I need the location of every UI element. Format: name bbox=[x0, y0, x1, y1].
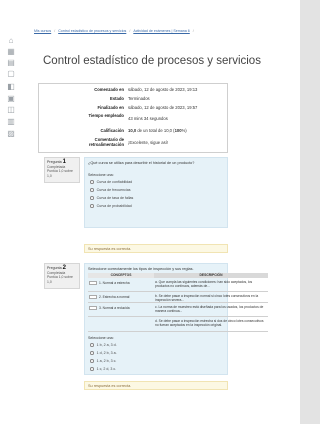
radio-icon[interactable] bbox=[90, 180, 94, 184]
match-select[interactable] bbox=[89, 280, 97, 285]
question-points: Puntúa 1,0 sobre 1,0 bbox=[47, 275, 73, 284]
feedback-correct: Su respuesta es correcta. bbox=[84, 244, 228, 253]
answer-option[interactable]: 1 d, 2 b, 3 a. bbox=[90, 351, 117, 355]
column-header-description: DESCRIPCIÓN bbox=[154, 273, 268, 278]
answer-option[interactable]: 1 b, 2 a, 3 d. bbox=[90, 343, 117, 347]
home-icon[interactable]: ⌂ bbox=[6, 36, 16, 46]
description-cell: d. Se debe pasar a inspección estrecha s… bbox=[154, 318, 268, 332]
attempt-summary-table: Comenzado en sábado, 12 de agosto de 202… bbox=[38, 83, 228, 153]
answer-option[interactable]: 1 c, 2 d, 3 c. bbox=[90, 367, 116, 371]
answer-option[interactable]: 1 a, 2 b, 3 c. bbox=[90, 359, 116, 363]
summary-label: Comentario de retroalimentación bbox=[88, 137, 124, 147]
radio-icon[interactable] bbox=[90, 351, 94, 355]
radio-icon[interactable] bbox=[90, 343, 94, 347]
grade-percent: 100 bbox=[174, 128, 182, 133]
participants-icon[interactable]: ◫ bbox=[6, 105, 16, 115]
competencies-icon[interactable]: ▨ bbox=[6, 129, 16, 139]
question-points: Puntúa 1,0 sobre 1,0 bbox=[47, 169, 73, 178]
breadcrumb-separator-icon: / bbox=[54, 29, 56, 33]
grade-percent-close: %) bbox=[181, 128, 187, 133]
concept-cell: 2. Estrecha a normal bbox=[88, 293, 154, 303]
breadcrumb: Mis cursos / Control estadístico de proces… bbox=[34, 29, 197, 33]
grade-value: 10,0 bbox=[128, 128, 137, 133]
summary-label: Finalizado en bbox=[97, 105, 124, 110]
question-content: ¿Qué curva se utiliza para describir el … bbox=[84, 157, 228, 228]
question-text: Seleccione correctamente los tipos de in… bbox=[88, 267, 194, 271]
breadcrumb-separator-icon: / bbox=[192, 29, 194, 33]
grade-total: de un total de 10,0 ( bbox=[136, 128, 175, 133]
course-icon[interactable]: ◧ bbox=[6, 82, 16, 92]
radio-icon[interactable] bbox=[90, 196, 94, 200]
breadcrumb-separator-icon: / bbox=[129, 29, 131, 33]
concept-cell bbox=[88, 318, 154, 332]
question-1: Pregunta 1 Completada Puntúa 1,0 sobre 1… bbox=[44, 157, 228, 257]
summary-label: Estado bbox=[110, 96, 124, 101]
column-header-concepts: CONCEPTOS bbox=[88, 273, 154, 278]
description-cell: c. La norma de muestreo está diseñada pa… bbox=[154, 304, 268, 317]
question-text: ¿Qué curva se utiliza para describir el … bbox=[88, 161, 195, 165]
radio-icon[interactable] bbox=[90, 204, 94, 208]
summary-value: sábado, 12 de agosto de 2023, 19:13 bbox=[128, 87, 198, 92]
concept-cell: 1. Normal a estrecha bbox=[88, 279, 154, 292]
answer-option[interactable]: Curva de tasa de fallas bbox=[90, 196, 133, 200]
summary-value: 10,0 de un total de 10,0 (100%) bbox=[128, 128, 187, 133]
breadcrumb-item-mis-cursos[interactable]: Mis cursos bbox=[34, 29, 51, 33]
radio-icon[interactable] bbox=[90, 188, 94, 192]
description-cell: b. Se debe pasar a inspección normal si … bbox=[154, 293, 268, 303]
calendar-icon[interactable]: ▤ bbox=[6, 58, 16, 68]
files-icon[interactable]: ▢ bbox=[6, 69, 16, 79]
page-title: Control estadístico de procesos y servic… bbox=[43, 55, 261, 67]
radio-icon[interactable] bbox=[90, 359, 94, 363]
summary-value: Terminados bbox=[128, 96, 150, 101]
question-2: Pregunta 2 Completada Puntúa 1,0 sobre 1… bbox=[44, 263, 268, 413]
summary-value: sábado, 12 de agosto de 2023, 19:57 bbox=[128, 105, 198, 110]
match-row: d. Se debe pasar a inspección estrecha s… bbox=[88, 318, 268, 332]
select-one-label: Seleccione una: bbox=[88, 336, 114, 340]
match-row: 2. Estrecha a normal b. Se debe pasar a … bbox=[88, 293, 268, 303]
match-row: 1. Normal a estrecha a. Que cumpla las s… bbox=[88, 279, 268, 292]
summary-value: 43 mins 34 segundos bbox=[128, 116, 168, 121]
question-info: Pregunta 2 Completada Puntúa 1,0 sobre 1… bbox=[44, 263, 80, 289]
summary-value: ¡Excelente, sigue así! bbox=[128, 140, 169, 145]
answer-option[interactable]: Curva de frecuencias bbox=[90, 188, 131, 192]
answer-option[interactable]: Curva de confiabilidad bbox=[90, 180, 132, 184]
grades-icon[interactable]: ▣ bbox=[6, 94, 16, 104]
page: ⌂ ▦ ▤ ▢ ◧ ▣ ◫ ▥ ▨ Mis cursos / Control est… bbox=[0, 0, 300, 424]
answer-option[interactable]: Curva de probabilidad bbox=[90, 204, 132, 208]
feedback-correct: Su respuesta es correcta. bbox=[84, 381, 228, 390]
match-select[interactable] bbox=[89, 305, 97, 310]
match-table-header: CONCEPTOS DESCRIPCIÓN bbox=[88, 273, 268, 278]
match-select[interactable] bbox=[89, 294, 97, 299]
summary-label: Comenzado en bbox=[94, 87, 124, 92]
breadcrumb-item-activity[interactable]: Actividad de exámenes | Semana 6 bbox=[133, 29, 189, 33]
question-content: Seleccione correctamente los tipos de in… bbox=[84, 263, 268, 375]
radio-icon[interactable] bbox=[90, 367, 94, 371]
select-one-label: Seleccione una: bbox=[88, 173, 114, 177]
summary-label: Calificación bbox=[100, 128, 124, 133]
description-cell: a. Que cumpla las siguientes condiciones… bbox=[154, 279, 268, 292]
badges-icon[interactable]: ▥ bbox=[6, 117, 16, 127]
question-info: Pregunta 1 Completada Puntúa 1,0 sobre 1… bbox=[44, 157, 80, 183]
dashboard-icon[interactable]: ▦ bbox=[6, 47, 16, 57]
match-row: 3. Normal a reducida c. La norma de mues… bbox=[88, 304, 268, 317]
summary-label: Tiempo empleado bbox=[88, 113, 124, 118]
breadcrumb-item-course[interactable]: Control estadístico de procesos y servic… bbox=[58, 29, 126, 33]
concept-cell: 3. Normal a reducida bbox=[88, 304, 154, 317]
left-nav-bar: ⌂ ▦ ▤ ▢ ◧ ▣ ◫ ▥ ▨ bbox=[0, 0, 22, 424]
